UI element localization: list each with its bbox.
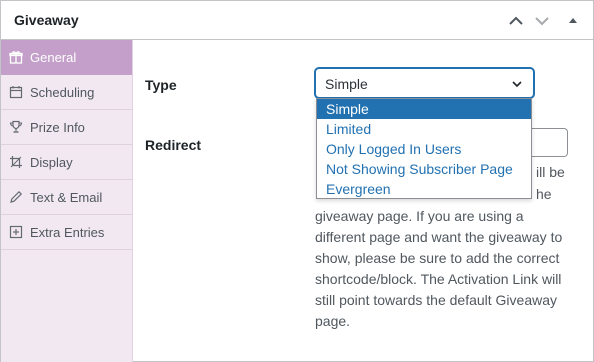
settings-sidebar: General Scheduling Prize Info Display Te… bbox=[1, 40, 133, 362]
calendar-icon bbox=[9, 85, 23, 99]
chevron-up-icon[interactable] bbox=[506, 11, 526, 31]
type-select-value: Simple bbox=[325, 76, 368, 92]
pencil-icon bbox=[9, 190, 23, 204]
dropdown-option[interactable]: Evergreen bbox=[317, 179, 531, 199]
trophy-icon bbox=[9, 120, 23, 134]
sidebar-item-prize-info[interactable]: Prize Info bbox=[1, 110, 132, 145]
sidebar-item-label: Text & Email bbox=[30, 189, 103, 205]
sidebar-item-scheduling[interactable]: Scheduling bbox=[1, 75, 132, 110]
sidebar-item-label: Extra Entries bbox=[30, 224, 105, 240]
redirect-help-text: giveaway page. If you are using a differ… bbox=[315, 206, 562, 332]
sidebar-item-label: Prize Info bbox=[30, 119, 85, 135]
metabox-title: Giveaway bbox=[14, 12, 79, 28]
help-line: shortcode/block. The Activation Link wil… bbox=[315, 271, 562, 287]
triangle-up-icon[interactable] bbox=[563, 11, 583, 31]
gift-icon bbox=[9, 50, 23, 64]
dropdown-option[interactable]: Limited bbox=[317, 119, 531, 139]
dropdown-option[interactable]: Simple bbox=[317, 99, 531, 119]
type-dropdown-list: Simple Limited Only Logged In Users Not … bbox=[316, 98, 532, 199]
sidebar-item-label: Display bbox=[30, 154, 73, 170]
crop-icon bbox=[9, 155, 23, 169]
chevron-down-icon[interactable] bbox=[532, 11, 552, 31]
sidebar-item-label: General bbox=[30, 49, 77, 65]
help-line: show, please be sure to add the correct bbox=[315, 250, 560, 266]
sidebar-item-label: Scheduling bbox=[30, 84, 95, 100]
help-text-fragment: ill be bbox=[536, 164, 565, 180]
metabox-header: Giveaway bbox=[1, 1, 593, 40]
sidebar-item-display[interactable]: Display bbox=[1, 145, 132, 180]
help-line: still point towards the default Giveaway bbox=[315, 292, 558, 308]
type-label: Type bbox=[145, 77, 177, 93]
help-text-fragment: he bbox=[536, 186, 552, 202]
plus-square-icon bbox=[9, 225, 23, 239]
type-select[interactable]: Simple bbox=[315, 68, 534, 98]
redirect-label: Redirect bbox=[145, 137, 202, 153]
help-line: different page and want the giveaway to bbox=[315, 229, 563, 245]
dropdown-option[interactable]: Not Showing Subscriber Page bbox=[317, 159, 531, 179]
sidebar-item-extra-entries[interactable]: Extra Entries bbox=[1, 215, 132, 250]
dropdown-option[interactable]: Only Logged In Users bbox=[317, 139, 531, 159]
sidebar-item-general[interactable]: General bbox=[1, 40, 132, 75]
help-line: page. bbox=[315, 313, 351, 329]
sidebar-item-text-email[interactable]: Text & Email bbox=[1, 180, 132, 215]
chevron-down-icon bbox=[510, 77, 524, 94]
help-line: giveaway page. If you are using a bbox=[315, 208, 524, 224]
